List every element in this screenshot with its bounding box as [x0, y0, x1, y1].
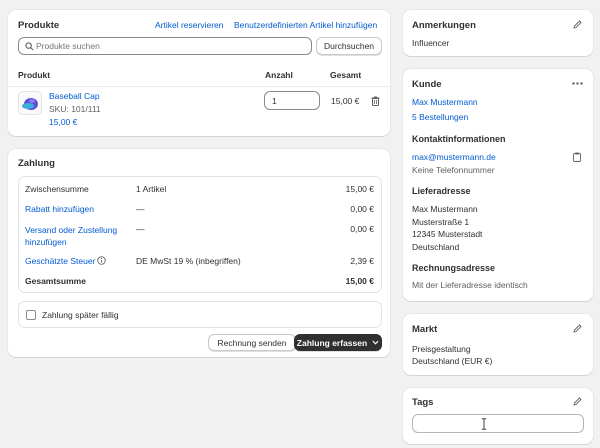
market-card: Markt Preisgestaltung Deutschland (EUR €…: [403, 314, 593, 375]
more-options-icon[interactable]: [570, 79, 584, 87]
shipping-detail: —: [136, 224, 145, 234]
quantity-field[interactable]: 1: [264, 91, 320, 110]
add-discount-link[interactable]: Rabatt hinzufügen: [25, 204, 94, 214]
customer-name-link[interactable]: Max Mustermann: [412, 97, 478, 107]
column-header-product: Produkt: [18, 70, 51, 80]
subtotal-label: Zwischensumme: [25, 184, 89, 194]
product-search-input[interactable]: [36, 40, 306, 52]
customer-title: Kunde: [412, 79, 442, 90]
shipping-address-line: Deutschland: [412, 241, 460, 252]
discount-detail: —: [136, 204, 145, 214]
product-thumbnail[interactable]: [18, 91, 42, 115]
search-icon: [24, 41, 34, 51]
shipping-address-title: Lieferadresse: [412, 186, 471, 196]
subtotal-amount: 15,00 €: [345, 184, 374, 194]
tax-detail: DE MwSt 19 % (inbegriffen): [136, 256, 241, 266]
capture-payment-label: Zahlung erfassen: [296, 337, 368, 348]
text-cursor-icon: [481, 418, 487, 432]
info-icon[interactable]: [96, 255, 106, 265]
billing-address: Mit der Lieferadresse identisch: [412, 280, 528, 290]
shipping-address-line: Musterstraße 1: [412, 216, 470, 227]
pencil-icon[interactable]: [572, 323, 583, 334]
column-header-quantity: Anzahl: [265, 70, 293, 80]
estimated-tax-link[interactable]: Geschätzte Steuer: [25, 256, 95, 266]
customer-email-link[interactable]: max@mustermann.de: [412, 152, 496, 162]
market-title: Markt: [412, 324, 438, 335]
baseball-cap-icon: [22, 98, 38, 110]
products-title: Produkte: [18, 20, 60, 31]
notes-card: Anmerkungen Influencer: [403, 10, 593, 56]
trash-icon[interactable]: [370, 95, 380, 106]
browse-button[interactable]: Durchsuchen: [316, 37, 382, 55]
product-search-field[interactable]: [18, 37, 312, 55]
product-name-link[interactable]: Baseball Cap: [49, 91, 100, 101]
shipping-address: Max Mustermann Musterstraße 1 12345 Must…: [412, 203, 482, 253]
capture-payment-button[interactable]: Zahlung erfassen: [294, 334, 382, 351]
customer-card: Kunde Max Mustermann 5 Bestellungen Kont…: [403, 69, 593, 301]
product-sku: SKU: 101/111: [49, 104, 101, 114]
billing-address-title: Rechnungsadresse: [412, 263, 496, 273]
subtotal-detail: 1 Artikel: [136, 184, 167, 194]
tags-input[interactable]: [412, 414, 584, 433]
pencil-icon[interactable]: [572, 19, 583, 30]
shipping-address-line: Max Mustermann: [412, 204, 478, 214]
market-pricing: Preisgestaltung: [412, 344, 471, 354]
discount-amount: 0,00 €: [350, 204, 374, 214]
products-divider: [8, 86, 390, 87]
grand-total-amount: 15,00 €: [345, 276, 374, 286]
line-item-total: 15,00 €: [331, 96, 360, 106]
shipping-amount: 0,00 €: [350, 224, 374, 234]
notes-value: Influencer: [412, 38, 450, 48]
contact-info-title: Kontaktinformationen: [412, 134, 506, 144]
add-shipping-link-line2: hinzufügen: [25, 237, 67, 247]
quantity-value: 1: [272, 96, 277, 106]
grand-total-label: Gesamtsumme: [25, 276, 86, 286]
chevron-down-icon: [372, 340, 379, 345]
customer-orders-link[interactable]: 5 Bestellungen: [412, 112, 468, 122]
column-header-total: Gesamt: [330, 70, 362, 80]
add-shipping-link[interactable]: Versand oder Zustellung hinzufügen: [25, 224, 117, 248]
market-country: Deutschland (EUR €): [412, 356, 493, 366]
payment-later-label: Zahlung später fällig: [42, 310, 119, 320]
tax-amount: 2,39 €: [350, 256, 374, 266]
tags-title: Tags: [412, 397, 434, 408]
pencil-icon[interactable]: [572, 396, 583, 407]
customer-phone: Keine Telefonnummer: [412, 165, 495, 175]
tags-card: Tags: [403, 388, 593, 444]
product-price: 15,00 €: [49, 117, 78, 127]
clipboard-icon[interactable]: [572, 151, 582, 162]
notes-title: Anmerkungen: [412, 20, 476, 31]
add-custom-item-link[interactable]: Benutzerdefinierten Artikel hinzufügen: [234, 20, 377, 30]
products-card: Produkte Artikel reservieren Benutzerdef…: [8, 10, 390, 136]
send-invoice-button[interactable]: Rechnung senden: [208, 334, 296, 351]
payment-card: Zahlung Zwischensumme 1 Artikel 15,00 € …: [8, 149, 390, 357]
payment-title: Zahlung: [18, 158, 55, 169]
payment-later-checkbox[interactable]: [26, 310, 36, 320]
add-shipping-link-line1: Versand oder Zustellung: [25, 225, 118, 235]
shipping-address-line: 12345 Musterstadt: [412, 229, 483, 239]
reserve-items-link[interactable]: Artikel reservieren: [155, 20, 224, 30]
